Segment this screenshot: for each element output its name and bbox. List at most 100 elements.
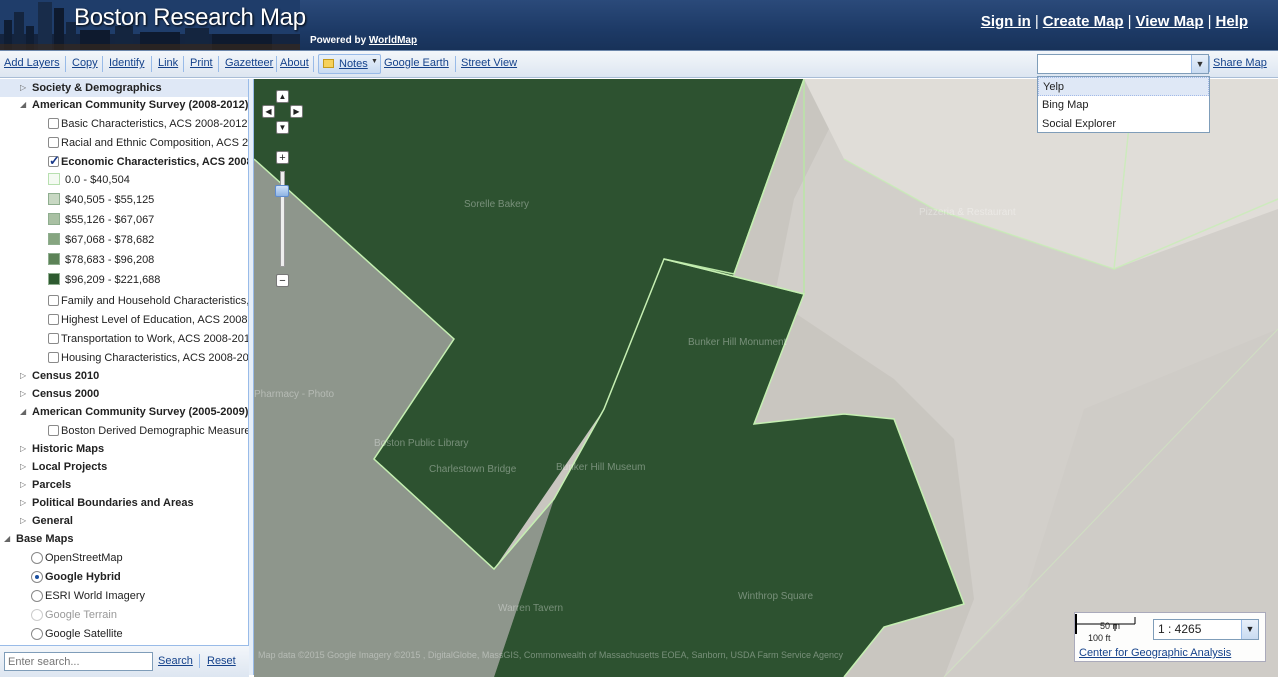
add-layers-button[interactable]: Add Layers xyxy=(4,57,60,69)
dropdown-option-bing-map[interactable]: Bing Map xyxy=(1038,96,1209,115)
map-layer xyxy=(254,79,1278,677)
toolbar-divider xyxy=(102,56,103,72)
base-map-radio xyxy=(31,609,43,621)
collapse-icon[interactable]: ◢ xyxy=(4,530,14,548)
worldmap-link[interactable]: WorldMap xyxy=(369,35,417,46)
layer-checkbox[interactable] xyxy=(48,295,59,306)
toolbar-divider xyxy=(276,56,277,72)
zoom-in-button[interactable]: + xyxy=(276,151,289,164)
layer-checkbox[interactable] xyxy=(48,333,59,344)
legend-swatch xyxy=(48,273,60,285)
notes-label: Notes xyxy=(339,58,368,70)
tree-node-society[interactable]: ▷ Society & Demographics xyxy=(0,79,248,97)
collapse-icon[interactable]: ◢ xyxy=(20,403,30,421)
search-button[interactable]: Search xyxy=(158,655,193,667)
scale-imperial: 100 ft xyxy=(1088,633,1111,643)
pan-left-button[interactable]: ◀ xyxy=(262,105,275,118)
reset-button[interactable]: Reset xyxy=(207,655,236,667)
base-map-radio[interactable] xyxy=(31,552,43,564)
view-map-link[interactable]: View Map xyxy=(1135,13,1203,30)
google-earth-button[interactable]: Google Earth xyxy=(384,57,449,69)
map-label: Warren Tavern xyxy=(498,603,564,614)
separator: | xyxy=(1034,13,1039,30)
cga-link[interactable]: Center for Geographic Analysis xyxy=(1079,647,1231,659)
legend-swatch xyxy=(48,173,60,185)
layer-checkbox[interactable] xyxy=(48,152,60,170)
tree-node-label: Society & Demographics xyxy=(32,82,162,94)
chevron-down-icon[interactable]: ▼ xyxy=(1241,620,1258,639)
map-label: Bunker Hill Museum xyxy=(556,462,646,473)
layer-label: Family and Household Characteristics, AC… xyxy=(61,295,249,307)
expand-icon[interactable]: ▷ xyxy=(20,512,30,530)
expand-icon[interactable]: ▷ xyxy=(20,494,30,512)
pan-up-button[interactable]: ▲ xyxy=(276,90,289,103)
about-button[interactable]: About xyxy=(280,57,309,69)
expand-icon[interactable]: ▷ xyxy=(20,458,30,476)
gazetteer-button[interactable]: Gazetteer xyxy=(225,57,273,69)
chevron-down-icon[interactable]: ▼ xyxy=(1191,55,1208,73)
help-link[interactable]: Help xyxy=(1215,13,1248,30)
top-links: Sign in | Create Map | View Map | Help xyxy=(981,13,1248,30)
base-map-label: ESRI World Imagery xyxy=(45,590,146,602)
expand-icon[interactable]: ▷ xyxy=(20,440,30,458)
powered-by: Powered by WorldMap xyxy=(310,35,417,46)
notes-button[interactable]: Notes ▼ xyxy=(318,54,381,74)
collapse-icon[interactable]: ◢ xyxy=(20,96,30,114)
layer-label: Transportation to Work, ACS 2008-2012 xyxy=(61,333,249,345)
dropdown-option-yelp[interactable]: Yelp xyxy=(1038,77,1209,96)
layer-checkbox[interactable] xyxy=(48,352,59,363)
base-map-label: Google Hybrid xyxy=(45,571,121,583)
link-button[interactable]: Link xyxy=(158,57,178,69)
pan-right-button[interactable]: ▶ xyxy=(290,105,303,118)
tree-node-label: American Community Survey (2008-2012) xyxy=(32,99,249,111)
separator xyxy=(199,654,200,668)
separator: | xyxy=(1207,13,1212,30)
create-map-link[interactable]: Create Map xyxy=(1043,13,1124,30)
layer-checkbox[interactable] xyxy=(48,118,59,129)
search-provider-dropdown: Yelp Bing Map Social Explorer xyxy=(1037,76,1210,133)
layer-checkbox[interactable] xyxy=(48,314,59,325)
layer-checkbox[interactable] xyxy=(48,137,59,148)
pan-down-button[interactable]: ▼ xyxy=(276,121,289,134)
dropdown-option-social-explorer[interactable]: Social Explorer xyxy=(1038,115,1209,134)
base-map-label: Google Satellite xyxy=(45,628,123,640)
toolbar-divider xyxy=(1209,56,1210,72)
street-view-button[interactable]: Street View xyxy=(461,57,517,69)
expand-icon[interactable]: ▷ xyxy=(20,385,30,403)
tree-node-label: Base Maps xyxy=(16,533,74,545)
share-map-button[interactable]: Share Map xyxy=(1213,57,1267,69)
toolbar-divider xyxy=(455,56,456,72)
legend-swatch xyxy=(48,193,60,205)
identify-button[interactable]: Identify xyxy=(109,57,144,69)
zoom-slider-handle[interactable] xyxy=(275,185,289,197)
app-header: Boston Research Map Powered by WorldMap … xyxy=(0,0,1278,50)
zoom-out-button[interactable]: − xyxy=(276,274,289,287)
print-button[interactable]: Print xyxy=(190,57,213,69)
scale-select[interactable]: 1 : 4265 ▼ xyxy=(1153,619,1259,640)
map-canvas[interactable]: Bunker Hill Monument Bunker Hill Museum … xyxy=(254,79,1278,677)
layer-label: Housing Characteristics, ACS 2008-2012 xyxy=(61,352,249,364)
base-map-label: OpenStreetMap xyxy=(45,552,123,564)
base-map-radio[interactable] xyxy=(31,571,43,583)
expand-icon[interactable]: ▷ xyxy=(20,367,30,385)
note-icon xyxy=(323,59,334,68)
caret-down-icon: ▼ xyxy=(371,58,378,65)
layer-tree-panel: ▷ Society & Demographics ◢ American Comm… xyxy=(0,79,249,645)
search-provider-select[interactable]: ▼ xyxy=(1037,54,1209,74)
toolbar-divider xyxy=(65,56,66,72)
legend-swatch xyxy=(48,233,60,245)
base-map-radio[interactable] xyxy=(31,628,43,640)
layer-search-input[interactable] xyxy=(4,652,153,671)
sign-in-link[interactable]: Sign in xyxy=(981,13,1031,30)
copy-button[interactable]: Copy xyxy=(72,57,98,69)
tree-node-label: Historic Maps xyxy=(32,443,105,455)
expand-icon[interactable]: ▷ xyxy=(20,79,30,97)
toolbar-divider xyxy=(183,56,184,72)
map-label: Pharmacy - Photo xyxy=(254,389,335,400)
tree-node-label: Census 2010 xyxy=(32,370,100,382)
layer-checkbox[interactable] xyxy=(48,425,59,436)
base-map-radio[interactable] xyxy=(31,590,43,602)
expand-icon[interactable]: ▷ xyxy=(20,476,30,494)
tree-node-label: Local Projects xyxy=(32,461,108,473)
legend-label: $78,683 - $96,208 xyxy=(65,254,155,266)
